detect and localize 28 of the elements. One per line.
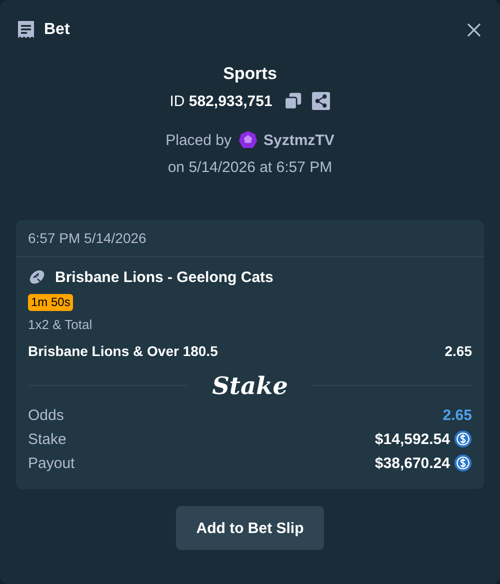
add-to-bet-slip-button[interactable]: Add to Bet Slip [176,506,324,550]
user-link[interactable]: SyztmzTV [264,132,334,148]
match-name[interactable]: Brisbane Lions - Geelong Cats [55,268,274,286]
gem-icon [238,130,258,150]
total-label: Odds [28,406,64,424]
receipt-icon [16,20,36,40]
selection-odds: 2.65 [444,343,472,359]
total-label: Stake [28,430,66,448]
copy-icon[interactable] [284,92,302,110]
stake-logo: Stake [212,370,288,400]
placed-date: on 5/14/2026 at 6:57 PM [168,158,332,178]
selection-name: Brisbane Lions & Over 180.5 [28,343,218,359]
bet-timestamp: 6:57 PM 5/14/2026 [28,230,146,246]
bet-id: ID 582,933,751 [170,92,272,110]
coin-icon [454,454,472,472]
odds-value: 2.65 [442,406,472,424]
amount-value: $38,670.24 [374,454,450,472]
close-icon[interactable] [466,22,482,38]
market-name: 1x2 & Total [28,317,94,334]
placed-by-label: Placed by [166,132,232,148]
live-timer: 1m 50s [28,294,74,311]
share-icon[interactable] [312,92,330,110]
amount-value: $14,592.54 [374,430,450,448]
football-icon [28,268,46,286]
total-label: Payout [28,454,75,472]
modal-title: Bet [44,21,70,39]
coin-icon [454,430,472,448]
bet-category: Sports [223,63,277,85]
